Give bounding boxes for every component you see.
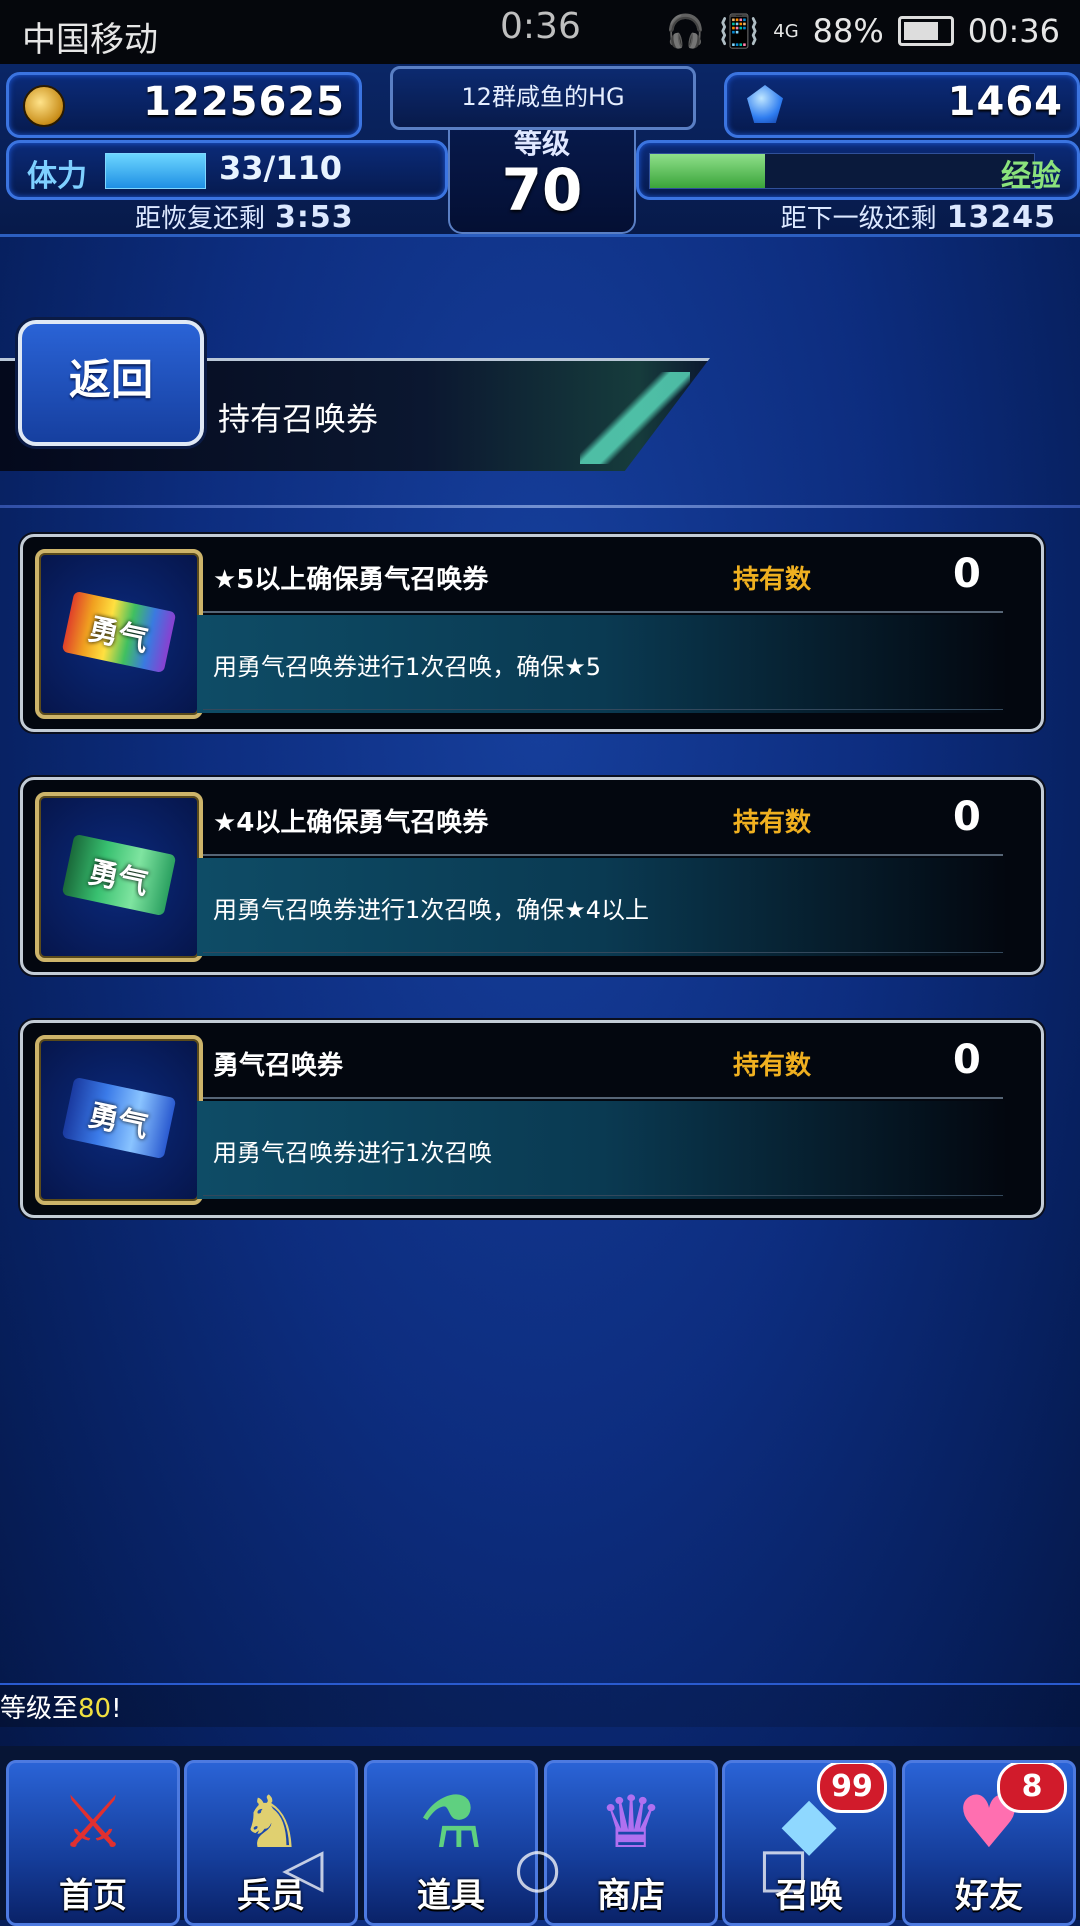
lapis-crystal-icon	[747, 85, 783, 123]
ticket-count: 0	[953, 1037, 981, 1083]
ticket-divider	[203, 854, 1003, 856]
exp-track	[649, 153, 1035, 189]
back-triangle-icon[interactable]: ◁	[282, 1836, 324, 1899]
headphone-icon: 🎧	[665, 12, 706, 50]
news-ticker-band	[0, 1683, 1080, 1727]
exp-bar: 经验	[636, 140, 1080, 200]
home-circle-icon[interactable]: ○	[514, 1836, 561, 1899]
next-level-label: 距下一级还剩	[780, 204, 937, 234]
stamina-fill	[105, 153, 206, 189]
summon-badge: 99	[817, 1763, 887, 1813]
gil-amount: 1225625	[143, 79, 345, 125]
status-right-group: 🎧 📳 4G 88% 00:36	[666, 12, 1060, 50]
ticket-row[interactable]: 勇气 勇气召唤券 持有数 0 用勇气召唤券进行1次召唤	[20, 1020, 1044, 1218]
stamina-value: 33/110	[219, 149, 343, 187]
status-bar: 中国移动 0:36 🎧 📳 4G 88% 00:36	[0, 0, 1080, 64]
ticker-text-end: !	[111, 1694, 122, 1724]
player-name-plate: 12群咸鱼的HG	[390, 66, 696, 130]
ticket-row[interactable]: 勇气 ★4以上确保勇气召唤券 持有数 0 用勇气召唤券进行1次召唤，确保★4以上	[20, 777, 1044, 975]
ticket-thumbnail: 勇气	[35, 1035, 203, 1205]
ticket-thumbnail: 勇气	[35, 792, 203, 962]
ticket-name: 勇气召唤券	[213, 1051, 344, 1081]
page-title: 持有召唤券	[218, 400, 379, 438]
back-button[interactable]: 返回	[18, 320, 204, 446]
vibrate-icon: 📳	[719, 12, 760, 50]
status-clock-right: 00:36	[967, 12, 1060, 50]
stamina-recover-hint: 距恢复还剩 3:53	[135, 198, 354, 235]
banner-accent-stripe	[580, 372, 690, 464]
ticket-count-label: 持有数	[733, 565, 812, 595]
next-level-exp: 13245	[946, 200, 1056, 235]
ticket-count: 0	[953, 794, 981, 840]
stamina-label: 体力	[27, 159, 87, 194]
recover-label: 距恢复还剩	[135, 204, 266, 234]
player-name: 12群咸鱼的HG	[461, 83, 625, 111]
recent-apps-icon[interactable]: □	[758, 1836, 809, 1899]
carrier-name: 中国移动	[22, 20, 158, 60]
ticket-count: 0	[953, 551, 981, 597]
blue-ticket-icon: 勇气	[61, 1076, 177, 1160]
player-hud: 1225625 1464 体力 33/110 经验 距恢复还剩 3:53 距下一级…	[0, 64, 1080, 237]
battery-percent: 88%	[812, 12, 884, 50]
level-value: 70	[501, 156, 583, 224]
green-ticket-icon: 勇气	[61, 833, 177, 917]
ticket-count-label: 持有数	[733, 1051, 812, 1081]
battery-icon	[897, 16, 954, 46]
news-ticker: 等级至80!	[0, 1688, 122, 1725]
exp-label: 经验	[1001, 159, 1061, 194]
ticket-divider	[203, 611, 1003, 613]
ticket-description: 用勇气召唤券进行1次召唤，确保★4以上	[213, 896, 650, 924]
ticket-bottom-line	[203, 709, 1003, 710]
ticket-bottom-line	[203, 952, 1003, 953]
ticket-description: 用勇气召唤券进行1次召唤，确保★5	[213, 653, 602, 681]
ticket-description: 用勇气召唤券进行1次召唤	[213, 1139, 493, 1167]
gil-coin-icon	[23, 85, 65, 127]
ticket-name: ★4以上确保勇气召唤券	[213, 808, 489, 838]
gem-counter[interactable]: 1464	[724, 72, 1080, 138]
ticket-bottom-line	[203, 1195, 1003, 1196]
header-divider	[0, 505, 1080, 508]
gem-amount: 1464	[947, 79, 1063, 125]
signal-icon: 4G	[773, 20, 799, 42]
ticket-thumbnail: 勇气	[35, 549, 203, 719]
friends-badge: 8	[997, 1763, 1067, 1813]
level-core: 等级 70	[448, 118, 636, 234]
recover-time: 3:53	[275, 200, 354, 235]
ticker-text: 等级至	[0, 1694, 79, 1724]
rainbow-ticket-icon: 勇气	[61, 590, 177, 674]
ticker-highlight: 80	[78, 1694, 112, 1724]
next-level-hint: 距下一级还剩 13245	[781, 198, 1056, 235]
ticket-row[interactable]: 勇气 ★5以上确保勇气召唤券 持有数 0 用勇气召唤券进行1次召唤，确保★5	[20, 534, 1044, 732]
status-clock-center: 0:36	[500, 6, 581, 47]
ticket-count-label: 持有数	[733, 808, 812, 838]
ticket-divider	[203, 1097, 1003, 1099]
system-nav-keys: ◁ ○ □	[0, 1820, 1080, 1920]
gil-counter: 1225625	[6, 72, 362, 138]
level-panel: 等级 70 12群咸鱼的HG	[382, 64, 698, 234]
ticket-name: ★5以上确保勇气召唤券	[213, 565, 489, 595]
